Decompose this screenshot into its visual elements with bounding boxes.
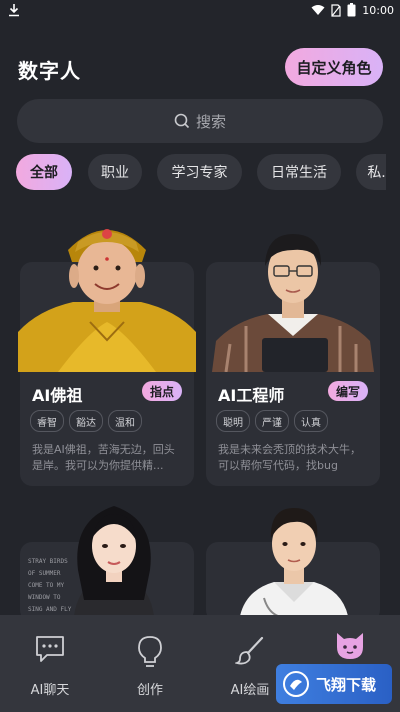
role-card-engineer[interactable]: AI工程师 编写 聪明 严谨 认真 我是未来会秃顶的技术大牛，可以帮你写代码，找… xyxy=(206,234,380,486)
tab-all[interactable]: 全部 xyxy=(16,154,72,190)
nav-ai-chat[interactable]: AI聊天 xyxy=(0,615,100,712)
status-time: 10:00 xyxy=(362,3,394,17)
tab-daily-life[interactable]: 日常生活 xyxy=(257,154,341,190)
tag: 豁达 xyxy=(69,410,103,432)
nav-label: AI聊天 xyxy=(30,683,70,698)
tab-private[interactable]: 私... xyxy=(356,154,386,190)
watermark-logo: 飞翔下载 xyxy=(276,664,392,704)
card-name: AI佛祖 xyxy=(32,386,83,405)
watermark-icon xyxy=(283,671,309,697)
nav-label: 创作 xyxy=(136,683,163,698)
role-card-woman[interactable]: STRAY BIRDS OF SUMMER COME TO MY WINDOW … xyxy=(20,506,194,622)
card-name: AI工程师 xyxy=(218,386,285,405)
search-placeholder: 搜索 xyxy=(195,112,226,131)
tag: 聪明 xyxy=(216,410,250,432)
engineer-avatar xyxy=(212,234,374,372)
custom-role-button[interactable]: 自定义角色 xyxy=(285,48,383,86)
download-icon xyxy=(9,4,19,17)
buddha-avatar xyxy=(18,229,196,372)
tag: 睿智 xyxy=(30,410,64,432)
woman-avatar xyxy=(74,506,154,616)
role-card-buddha[interactable]: AI佛祖 指点 睿智 豁达 温和 我是AI佛祖，苦海无边，回头是岸。我可以为你提… xyxy=(18,229,196,486)
card-badge: 编写 xyxy=(327,381,368,401)
brush-icon xyxy=(235,636,264,665)
young-man-avatar xyxy=(240,508,348,616)
no-sim-icon xyxy=(331,3,341,17)
lightbulb-icon xyxy=(138,636,162,667)
card-description: 我是未来会秃顶的技术大牛，可以帮你写代码，找bug xyxy=(218,443,361,472)
cat-icon xyxy=(337,633,363,659)
search-icon xyxy=(174,113,190,129)
card-tags: 睿智 豁达 温和 xyxy=(30,410,142,432)
card-badge: 指点 xyxy=(141,381,182,401)
card-description: 我是AI佛祖，苦海无边，回头是岸。我可以为你提供精... xyxy=(32,443,175,472)
tab-study-expert[interactable]: 学习专家 xyxy=(157,154,242,190)
battery-icon xyxy=(347,3,356,17)
role-card-young-man[interactable] xyxy=(206,508,380,622)
search-bar[interactable]: 搜索 xyxy=(17,99,383,143)
chat-icon xyxy=(36,636,64,662)
nav-create[interactable]: 创作 xyxy=(100,615,200,712)
page-title: 数字人 xyxy=(18,59,81,83)
category-tabs: 全部 职业 学习专家 日常生活 私... xyxy=(16,154,386,190)
tab-career[interactable]: 职业 xyxy=(88,154,142,190)
tag: 认真 xyxy=(294,410,328,432)
watermark-text: 飞翔下载 xyxy=(316,675,377,694)
card-tags: 聪明 严谨 认真 xyxy=(216,410,328,432)
tag: 温和 xyxy=(108,410,142,432)
status-bar: 10:00 xyxy=(0,0,400,20)
tag: 严谨 xyxy=(255,410,289,432)
wifi-icon xyxy=(311,5,325,15)
